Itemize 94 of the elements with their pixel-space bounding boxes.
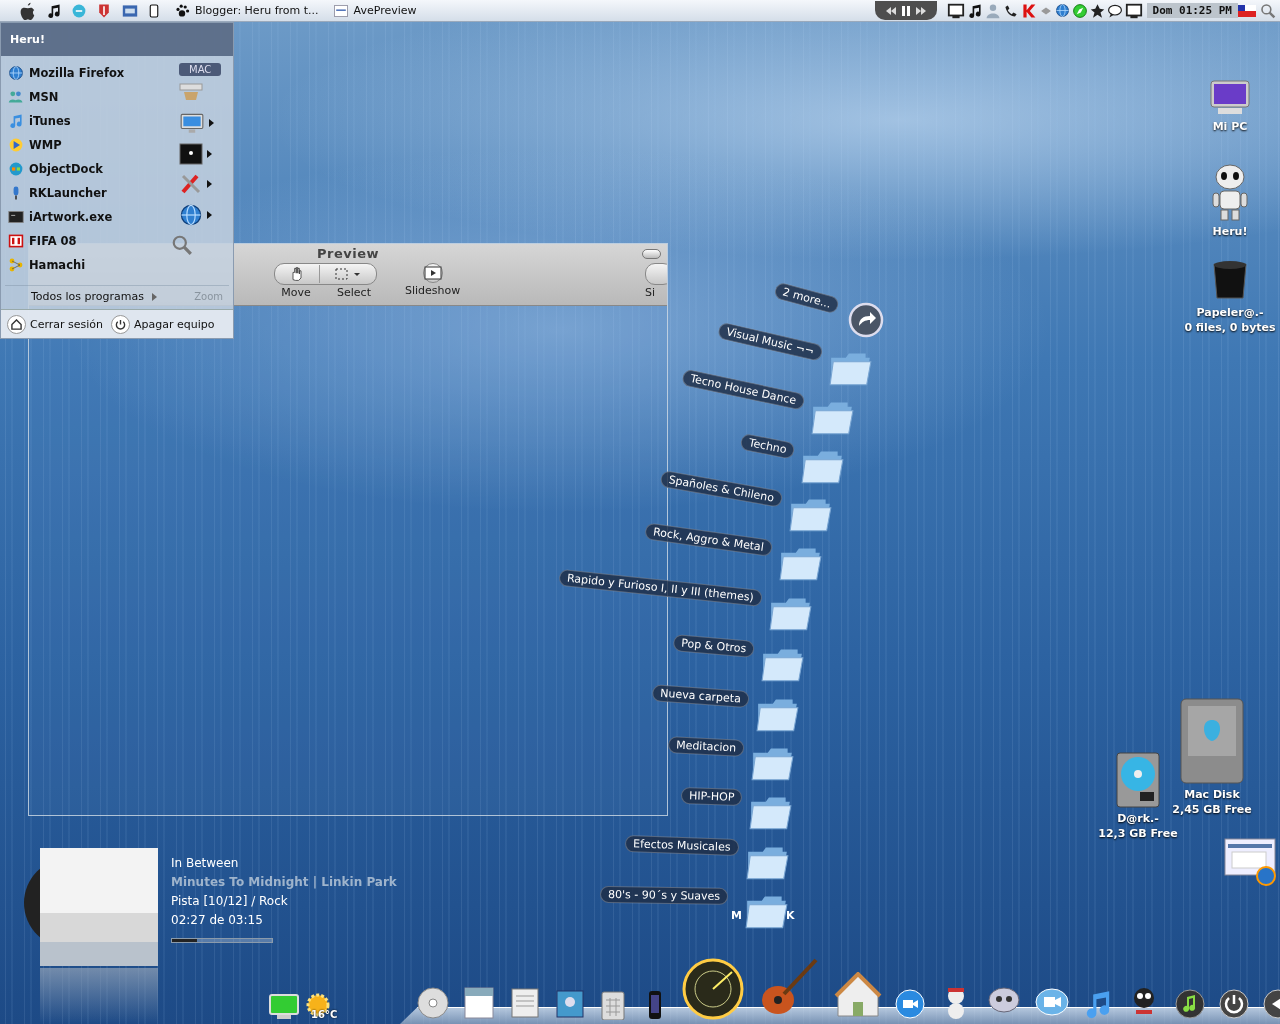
- folder-label[interactable]: Rapido y Furioso I, II y III (themes): [558, 568, 763, 607]
- globe-icon[interactable]: [1054, 3, 1070, 18]
- folder-label[interactable]: Rock, Aggro & Metal: [644, 522, 774, 557]
- notepad-icon[interactable]: [508, 986, 542, 1020]
- screenshot-icon[interactable]: [1224, 838, 1278, 886]
- program-item[interactable]: Hamachi: [1, 253, 179, 277]
- play-icon[interactable]: [8, 137, 24, 153]
- tool-label: Slideshow: [405, 284, 461, 297]
- clock[interactable]: Dom 01:25 PM: [1146, 3, 1238, 18]
- slideshow-icon: [423, 266, 442, 280]
- icon-label[interactable]: Heru!: [1212, 224, 1248, 239]
- video-icon[interactable]: [894, 988, 926, 1020]
- user-name: Heru!: [1, 23, 233, 56]
- program-item[interactable]: ObjectDock: [1, 157, 179, 181]
- program-item[interactable]: WMP: [1, 133, 179, 157]
- folder-label[interactable]: Nueva carpeta: [651, 684, 750, 708]
- icon-label[interactable]: Mac Disk: [1184, 787, 1240, 802]
- zoom-label: Zoom: [194, 291, 223, 302]
- compass-icon[interactable]: [1071, 2, 1088, 19]
- program-item[interactable]: iTunes: [1, 109, 179, 133]
- move-select-control[interactable]: [273, 263, 377, 285]
- icon-detail: 2,45 GB Free: [1172, 802, 1252, 817]
- music-note-icon[interactable]: [966, 2, 983, 19]
- k-icon[interactable]: [1020, 2, 1037, 19]
- globe-icon[interactable]: [8, 65, 24, 81]
- folder-label[interactable]: Efectos Musicales: [625, 835, 740, 856]
- house-icon[interactable]: [834, 972, 882, 1020]
- screen-icon[interactable]: [946, 1, 965, 20]
- home-icon: [11, 318, 22, 330]
- hard-drive-icon[interactable]: [1116, 752, 1160, 808]
- program-item[interactable]: RKLauncher: [1, 181, 179, 205]
- selection-icon: [333, 267, 362, 281]
- shutdown-button[interactable]: Apagar equipo: [111, 314, 215, 334]
- temperature: 16°C: [311, 1009, 338, 1020]
- progress-track[interactable]: [171, 938, 273, 943]
- icon-label[interactable]: Papeler@.-: [1196, 305, 1264, 320]
- screen-icon[interactable]: [1124, 1, 1143, 20]
- tool-label: Select: [336, 286, 372, 299]
- robot-icon[interactable]: [1210, 163, 1250, 221]
- folder-label[interactable]: Pop & Otros: [672, 633, 755, 658]
- search-icon[interactable]: [171, 234, 193, 256]
- dark-window-icon[interactable]: [179, 143, 203, 165]
- globe-icon[interactable]: [179, 203, 203, 227]
- speech-bubble-icon[interactable]: [1106, 2, 1123, 19]
- program-item[interactable]: iArtwork.exe: [1, 205, 179, 229]
- search-icon[interactable]: [1260, 2, 1276, 19]
- toolbar-button[interactable]: [645, 263, 667, 285]
- icon-detail: 0 files, 0 bytes: [1184, 320, 1276, 335]
- paw-icon: [174, 2, 190, 19]
- album-artist: Minutes To Midnight | Linkin Park: [171, 875, 397, 889]
- terminal-icon[interactable]: [8, 209, 24, 225]
- stack-letter: K: [786, 909, 795, 922]
- calculator-icon[interactable]: [598, 990, 628, 1020]
- power-icon: [115, 318, 127, 330]
- number-icon[interactable]: [8, 233, 24, 249]
- power-icon[interactable]: [1218, 988, 1250, 1020]
- folder-label[interactable]: HIP-HOP: [680, 786, 743, 806]
- play-time: 02:27 de 03:15: [171, 913, 264, 927]
- cd-icon[interactable]: [416, 986, 450, 1020]
- stack-letter: M: [731, 909, 742, 922]
- taskbar-item[interactable]: Blogger: Heru from t...: [174, 2, 319, 19]
- song-title: In Between: [171, 856, 240, 870]
- icon-label[interactable]: D@rk.-: [1117, 811, 1159, 826]
- folder-label[interactable]: 80's - 90´s y Suaves: [599, 885, 729, 905]
- track-info: Pista [10/12] / Rock: [171, 894, 289, 908]
- address-book-icon[interactable]: [554, 988, 586, 1020]
- tool-label: Si: [645, 286, 656, 299]
- folder-label[interactable]: Techno: [739, 432, 796, 460]
- slideshow-button[interactable]: [422, 263, 443, 283]
- film-icon[interactable]: [121, 2, 139, 19]
- program-item[interactable]: MSN: [1, 85, 179, 109]
- document-icon[interactable]: [462, 986, 496, 1020]
- music-note-icon[interactable]: [46, 2, 62, 19]
- monitor-icon[interactable]: [1210, 80, 1250, 116]
- shield-icon[interactable]: [96, 2, 112, 19]
- flag-icon[interactable]: [1238, 4, 1256, 17]
- taskbar-item[interactable]: AvePreview: [332, 2, 417, 19]
- mac-label[interactable]: MAC: [179, 63, 222, 76]
- bin-icon[interactable]: [1211, 260, 1249, 302]
- window-icon: [332, 2, 349, 19]
- music-disc-icon[interactable]: [1174, 988, 1206, 1020]
- log-off-button[interactable]: Cerrar sesión: [7, 314, 104, 334]
- radar-icon[interactable]: [682, 958, 744, 1020]
- program-item[interactable]: Mozilla Firefox: [1, 61, 179, 85]
- tool-label: Move: [280, 286, 312, 299]
- tools-icon[interactable]: [179, 172, 203, 196]
- icon-detail: 12,3 GB Free: [1098, 826, 1178, 841]
- toolbar-toggle-button[interactable]: [642, 249, 661, 259]
- nodes-icon[interactable]: [8, 257, 24, 273]
- program-item[interactable]: FIFA 08: [1, 229, 179, 253]
- window-title: Preview: [317, 246, 379, 261]
- monitor-icon[interactable]: [269, 994, 299, 1020]
- folder-label[interactable]: Meditacion: [667, 736, 745, 757]
- star-icon[interactable]: [1089, 2, 1105, 19]
